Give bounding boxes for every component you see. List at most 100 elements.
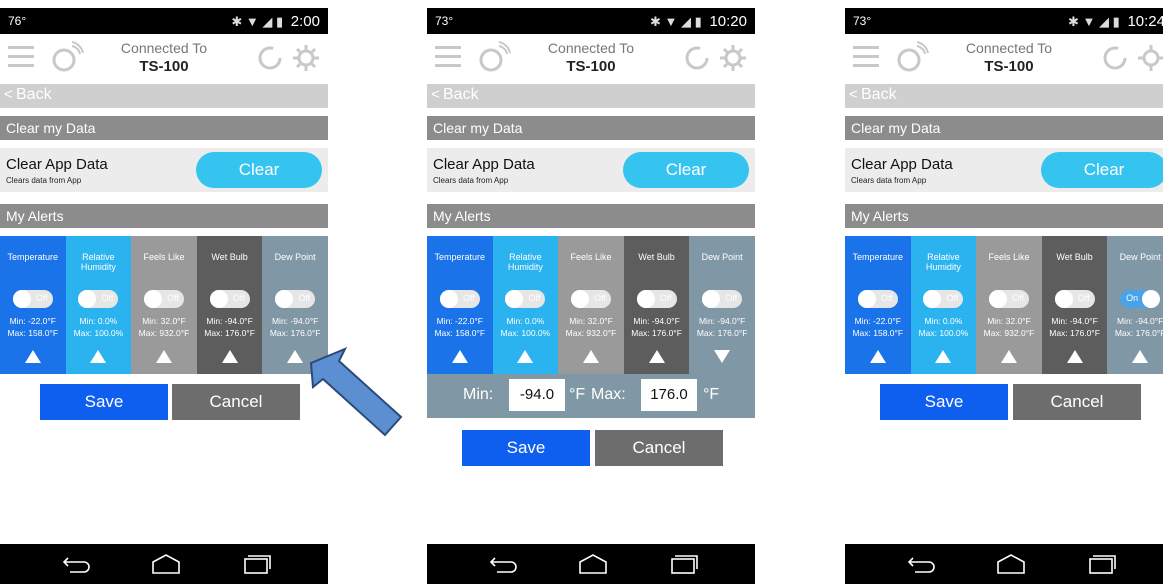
expand-arrow-icon[interactable] xyxy=(582,350,599,363)
alert-toggle[interactable]: Off xyxy=(857,290,898,308)
alert-toggle[interactable]: Off xyxy=(505,290,546,308)
alert-toggle[interactable]: Off xyxy=(923,290,964,308)
nav-back-icon[interactable] xyxy=(489,554,519,574)
alert-toggle[interactable]: Off xyxy=(12,290,53,308)
alert-name: Feels Like xyxy=(143,252,185,262)
clear-app-data-title: Clear App Data xyxy=(851,156,953,173)
alert-name: Feels Like xyxy=(988,252,1030,262)
clear-button[interactable]: Clear xyxy=(623,152,749,188)
gear-icon[interactable] xyxy=(719,44,747,72)
alerts-row: Temperature Off Min: -22.0°F Max: 158.0°… xyxy=(845,236,1163,374)
expand-arrow-icon[interactable] xyxy=(1000,350,1017,363)
toggle-state: Off xyxy=(1077,293,1090,303)
toggle-state: Off xyxy=(725,293,738,303)
signal-icon: ◢ xyxy=(1099,14,1110,29)
save-button[interactable]: Save xyxy=(880,384,1008,420)
expand-arrow-icon[interactable] xyxy=(24,350,41,363)
alert-toggle[interactable]: On xyxy=(1120,290,1161,308)
app-header: Connected To TS-100 xyxy=(0,34,328,84)
alert-name: Wet Bulb xyxy=(1056,252,1093,262)
alert-toggle[interactable]: Off xyxy=(570,290,611,308)
expand-arrow-icon[interactable] xyxy=(517,350,534,363)
alert-min: Min: 32.0°F xyxy=(142,316,186,326)
alert-relative-humidity: Relative Humidity Off Min: 0.0% Max: 100… xyxy=(492,236,559,374)
expand-arrow-icon[interactable] xyxy=(1132,350,1149,363)
gear-icon[interactable] xyxy=(1137,44,1163,72)
signal-icon: ◢ xyxy=(681,14,692,29)
back-arrow: < xyxy=(849,86,858,103)
nav-recent-apps-icon[interactable] xyxy=(669,554,699,574)
max-input[interactable]: 176.0 xyxy=(641,379,697,411)
min-label: Min: xyxy=(463,386,494,403)
alert-max: Max: 176.0°F xyxy=(269,328,321,338)
alert-max: Max: 932.0°F xyxy=(138,328,190,338)
alert-min: Min: -22.0°F xyxy=(436,316,483,326)
nav-recent-apps-icon[interactable] xyxy=(242,554,272,574)
refresh-icon[interactable] xyxy=(1101,44,1129,72)
alert-toggle[interactable]: Off xyxy=(143,290,184,308)
toggle-state: Off xyxy=(659,293,672,303)
alert-toggle[interactable]: Off xyxy=(275,290,316,308)
expand-arrow-icon[interactable] xyxy=(90,350,107,363)
section-my-alerts: My Alerts xyxy=(845,204,1163,228)
clear-app-data-title: Clear App Data xyxy=(6,156,108,173)
alert-min: Min: -94.0°F xyxy=(206,316,253,326)
alert-toggle[interactable]: Off xyxy=(209,290,250,308)
nav-back-icon[interactable] xyxy=(62,554,92,574)
nav-back-icon[interactable] xyxy=(907,554,937,574)
cancel-button[interactable]: Cancel xyxy=(1013,384,1141,420)
back-button[interactable]: < Back xyxy=(427,84,755,108)
phone-screen-3: 73° ✱ ▼ ◢ ▮ 10:24 Connected To TS-100 < … xyxy=(845,8,1163,584)
clear-app-data-row: Clear App Data Clears data from App Clea… xyxy=(845,148,1163,192)
expand-arrow-icon[interactable] xyxy=(287,350,304,363)
save-button[interactable]: Save xyxy=(462,430,590,466)
min-input[interactable]: -94.0 xyxy=(509,379,565,411)
gear-icon[interactable] xyxy=(292,44,320,72)
alert-name: Relative Humidity xyxy=(507,252,543,272)
cancel-button[interactable]: Cancel xyxy=(172,384,300,420)
alert-name: Dew Point xyxy=(1119,252,1161,262)
status-icons: ✱ ▼ ◢ ▮ 10:24 xyxy=(1068,13,1163,30)
alert-toggle[interactable]: Off xyxy=(439,290,480,308)
wifi-icon: ▼ xyxy=(664,14,678,29)
expand-arrow-icon[interactable] xyxy=(221,350,238,363)
alert-name: Relative Humidity xyxy=(80,252,116,272)
alert-toggle[interactable]: Off xyxy=(702,290,743,308)
alert-toggle[interactable]: Off xyxy=(636,290,677,308)
alert-name: Wet Bulb xyxy=(638,252,675,262)
nav-home-icon[interactable] xyxy=(995,553,1027,575)
expand-arrow-icon[interactable] xyxy=(869,350,886,363)
collapse-arrow-icon[interactable] xyxy=(714,350,731,363)
clear-button[interactable]: Clear xyxy=(196,152,322,188)
cancel-button[interactable]: Cancel xyxy=(595,430,723,466)
app-header: Connected To TS-100 xyxy=(427,34,755,84)
alert-toggle[interactable]: Off xyxy=(78,290,119,308)
alert-min: Min: -94.0°F xyxy=(698,316,746,326)
back-button[interactable]: < Back xyxy=(0,84,328,108)
alert-max: Max: 100.0% xyxy=(918,328,969,338)
section-title: My Alerts xyxy=(6,208,64,224)
refresh-icon[interactable] xyxy=(256,44,284,72)
clear-button[interactable]: Clear xyxy=(1041,152,1163,188)
back-button[interactable]: < Back xyxy=(845,84,1163,108)
alert-max: Max: 932.0°F xyxy=(565,328,617,338)
expand-arrow-icon[interactable] xyxy=(155,350,172,363)
alert-max: Max: 176.0°F xyxy=(1114,328,1163,338)
toggle-state: Off xyxy=(462,293,475,303)
alert-feels-like: Feels Like Off Min: 32.0°F Max: 932.0°F xyxy=(558,236,624,374)
nav-home-icon[interactable] xyxy=(577,553,609,575)
expand-arrow-icon[interactable] xyxy=(451,350,468,363)
alert-toggle[interactable]: Off xyxy=(988,290,1029,308)
nav-home-icon[interactable] xyxy=(150,553,182,575)
alert-name: Feels Like xyxy=(570,252,612,262)
alert-min: Min: -94.0°F xyxy=(1051,316,1098,326)
nav-recent-apps-icon[interactable] xyxy=(1087,554,1117,574)
expand-arrow-icon[interactable] xyxy=(1066,350,1083,363)
toggle-state: Off xyxy=(528,293,541,303)
alert-max: Max: 100.0% xyxy=(500,328,551,338)
refresh-icon[interactable] xyxy=(683,44,711,72)
save-button[interactable]: Save xyxy=(40,384,168,420)
expand-arrow-icon[interactable] xyxy=(648,350,665,363)
alert-toggle[interactable]: Off xyxy=(1054,290,1095,308)
expand-arrow-icon[interactable] xyxy=(935,350,952,363)
